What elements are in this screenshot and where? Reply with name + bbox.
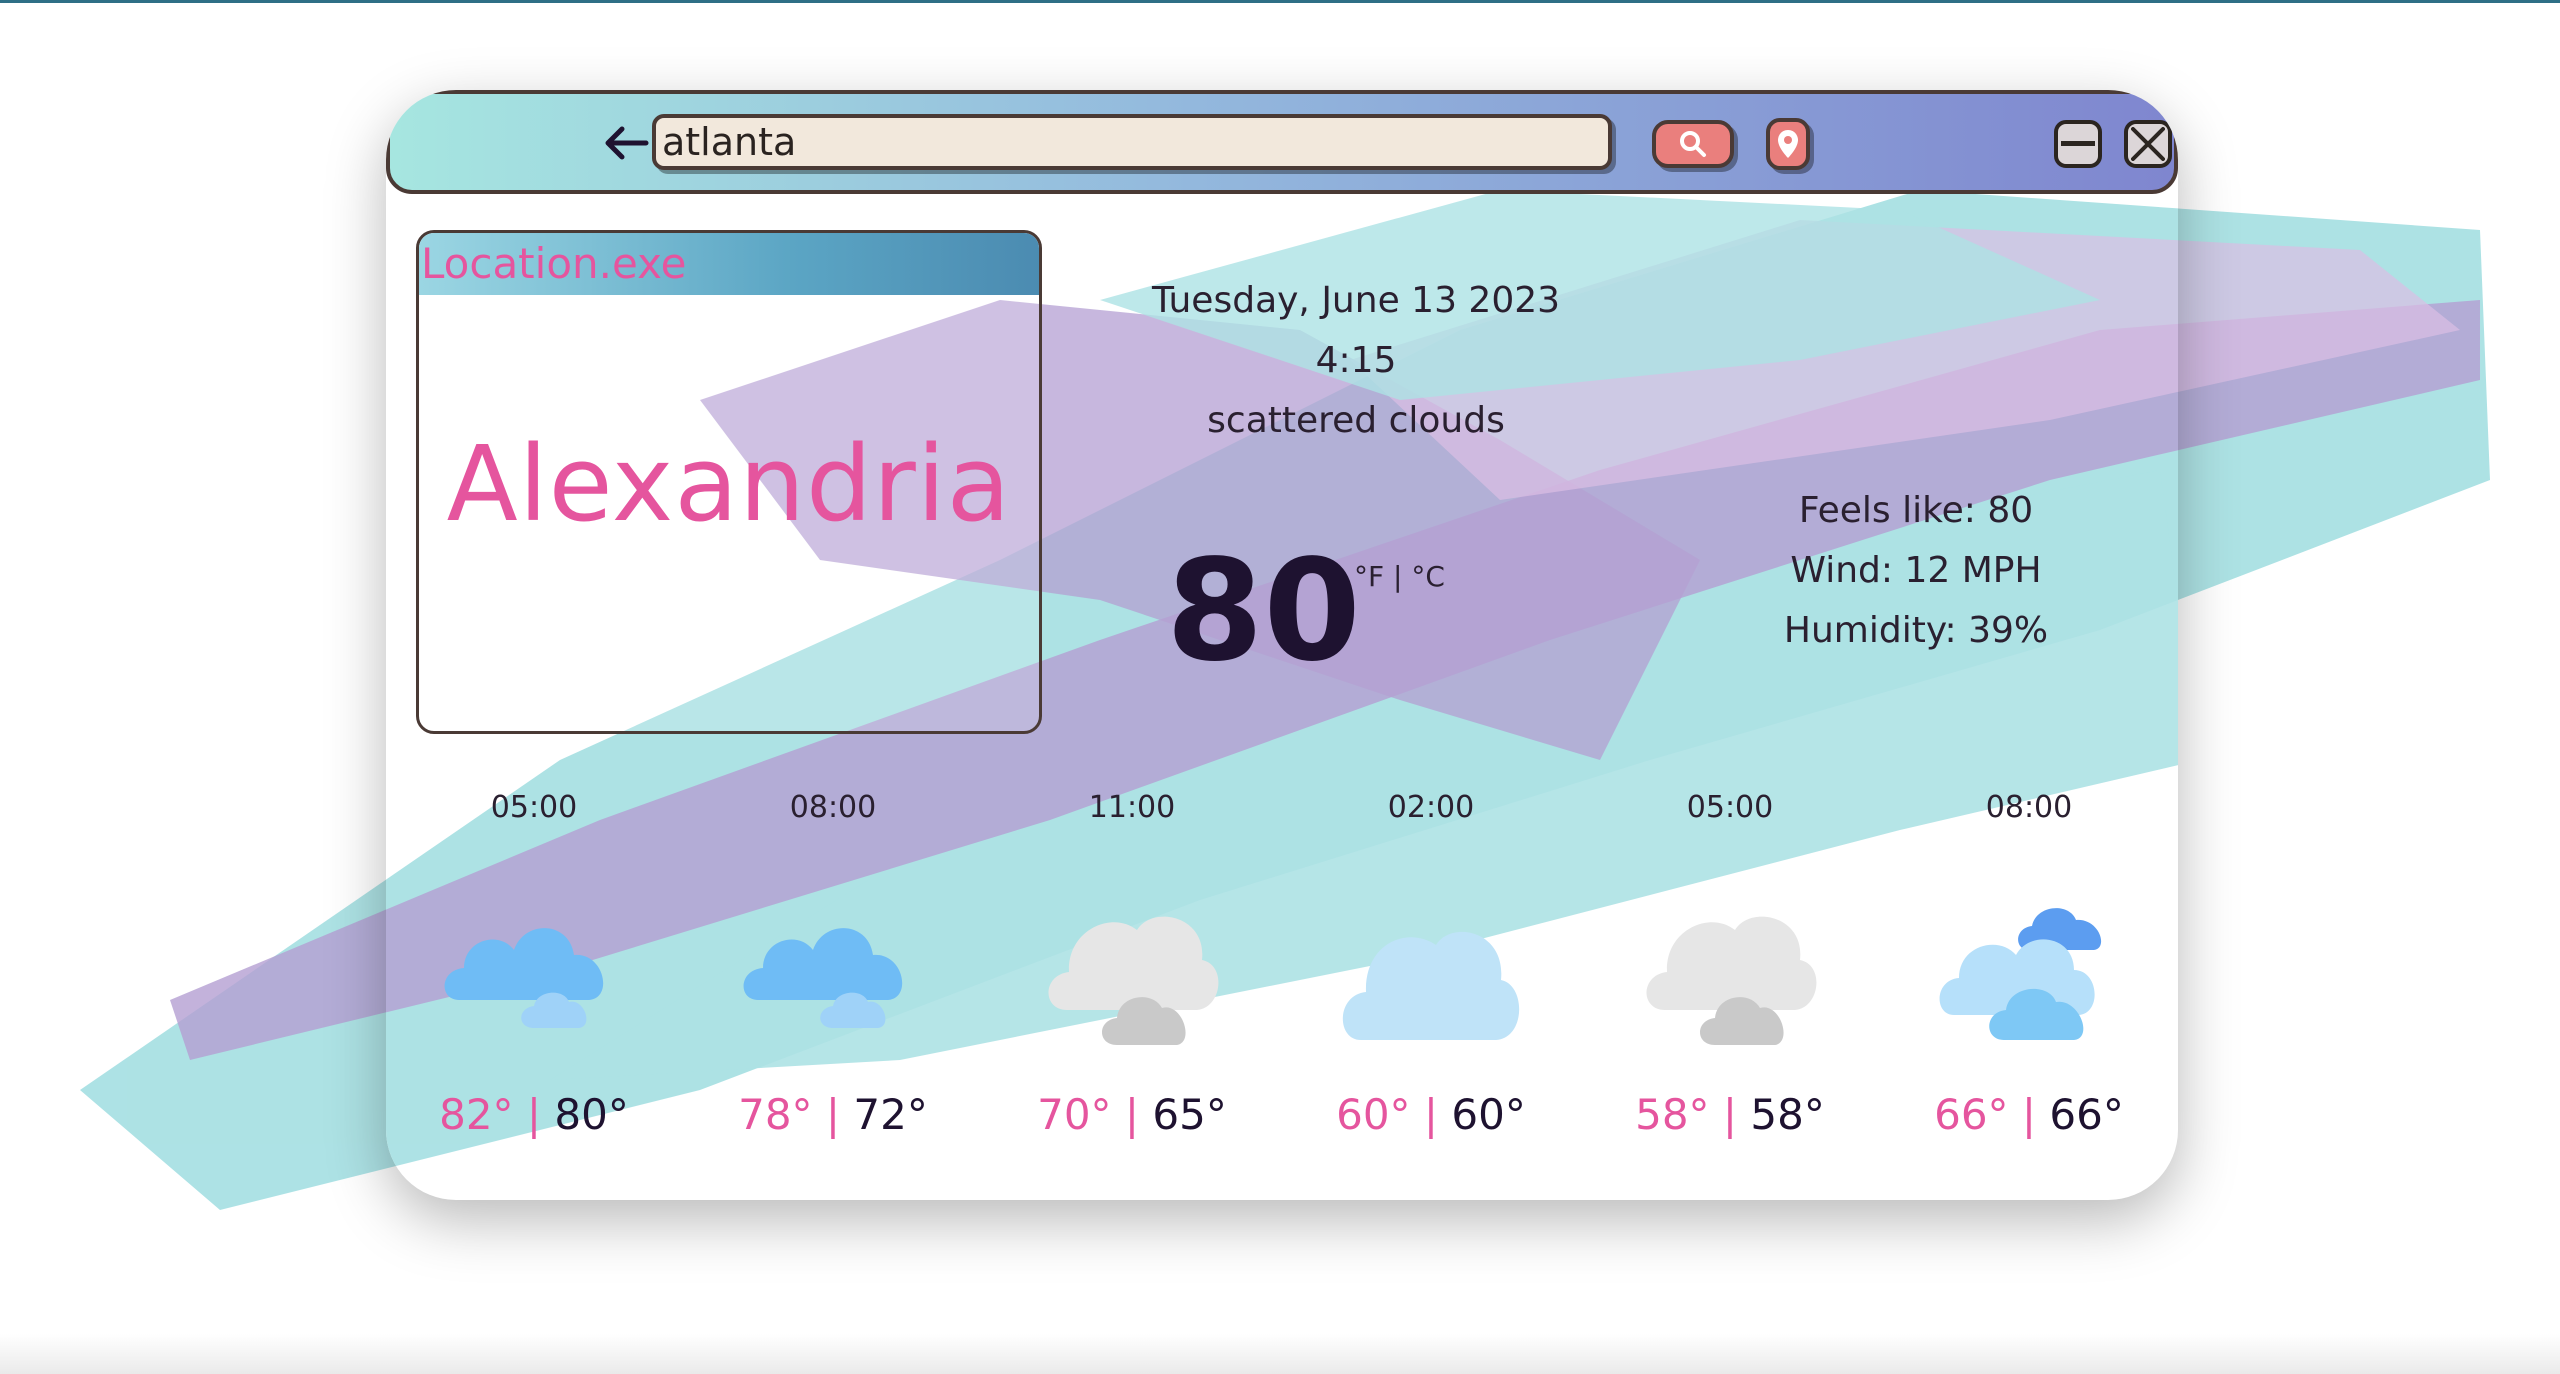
- weather-description: scattered clouds: [1207, 400, 1505, 441]
- forecast-high: 70°: [1037, 1090, 1112, 1139]
- weather-app-window: Location.exe Alexandria Tuesday, June 13…: [386, 90, 2178, 1200]
- cloud-lightblue-icon: [1342, 931, 1520, 1040]
- bottom-shadow: [0, 1334, 2560, 1374]
- forecast-high: 58°: [1635, 1090, 1710, 1139]
- unit-toggle[interactable]: °F | °C: [1354, 560, 1514, 593]
- search-button[interactable]: [1652, 120, 1734, 168]
- current-temperature: 80: [1166, 530, 1361, 693]
- forecast-time: 08:00: [789, 790, 877, 825]
- cloud-blue-icon: [743, 928, 903, 1028]
- city-name: Alexandria: [446, 423, 1012, 545]
- forecast-temps: 60° | 60°: [1336, 1090, 1526, 1139]
- forecast-temps: 58° | 58°: [1635, 1090, 1825, 1139]
- cloud-gray-icon: [1048, 916, 1219, 1045]
- forecast-time: 05:00: [490, 790, 578, 825]
- search-icon: [1680, 131, 1706, 157]
- forecast-temps: 66° | 66°: [1934, 1090, 2124, 1139]
- cloud-blue-icon: [444, 928, 604, 1028]
- cloud-gray-icon: [1646, 916, 1817, 1045]
- forecast-low: 66°: [2049, 1090, 2124, 1139]
- back-arrow-icon[interactable]: [600, 116, 654, 170]
- forecast-low: 72°: [853, 1090, 928, 1139]
- forecast-temps: 78° | 72°: [738, 1090, 928, 1139]
- close-button[interactable]: [2124, 120, 2172, 168]
- current-time: 4:15: [1315, 340, 1397, 381]
- forecast-low: 80°: [554, 1090, 629, 1139]
- forecast-high: 82°: [439, 1090, 514, 1139]
- feels-like: Feels like: 80: [1798, 490, 2034, 531]
- forecast-low: 65°: [1152, 1090, 1227, 1139]
- forecast-time: 05:00: [1686, 790, 1774, 825]
- forecast-time: 02:00: [1387, 790, 1475, 825]
- clouds-multi-icon: [1939, 908, 2102, 1040]
- forecast-high: 78°: [738, 1090, 813, 1139]
- wind-speed: Wind: 12 MPH: [1790, 550, 2042, 591]
- location-panel-title: Location.exe: [419, 233, 1039, 295]
- forecast-low: 58°: [1750, 1090, 1825, 1139]
- search-input[interactable]: [652, 114, 1612, 170]
- close-icon: [2131, 127, 2165, 161]
- forecast-high: 60°: [1336, 1090, 1411, 1139]
- minimize-icon: [2061, 141, 2095, 146]
- forecast-low: 60°: [1451, 1090, 1526, 1139]
- forecast-time: 08:00: [1985, 790, 2073, 825]
- top-border-line: [0, 0, 2560, 3]
- location-button[interactable]: [1766, 118, 1810, 170]
- forecast-temps: 82° | 80°: [439, 1090, 629, 1139]
- location-panel: Location.exe Alexandria: [416, 230, 1042, 734]
- forecast-high: 66°: [1934, 1090, 2009, 1139]
- forecast-time: 11:00: [1088, 790, 1176, 825]
- minimize-button[interactable]: [2054, 120, 2102, 168]
- forecast-temps: 70° | 65°: [1037, 1090, 1227, 1139]
- title-bar: [386, 90, 2178, 194]
- map-pin-icon: [1778, 130, 1798, 158]
- current-date: Tuesday, June 13 2023: [1151, 280, 1561, 321]
- humidity: Humidity: 39%: [1783, 610, 2049, 651]
